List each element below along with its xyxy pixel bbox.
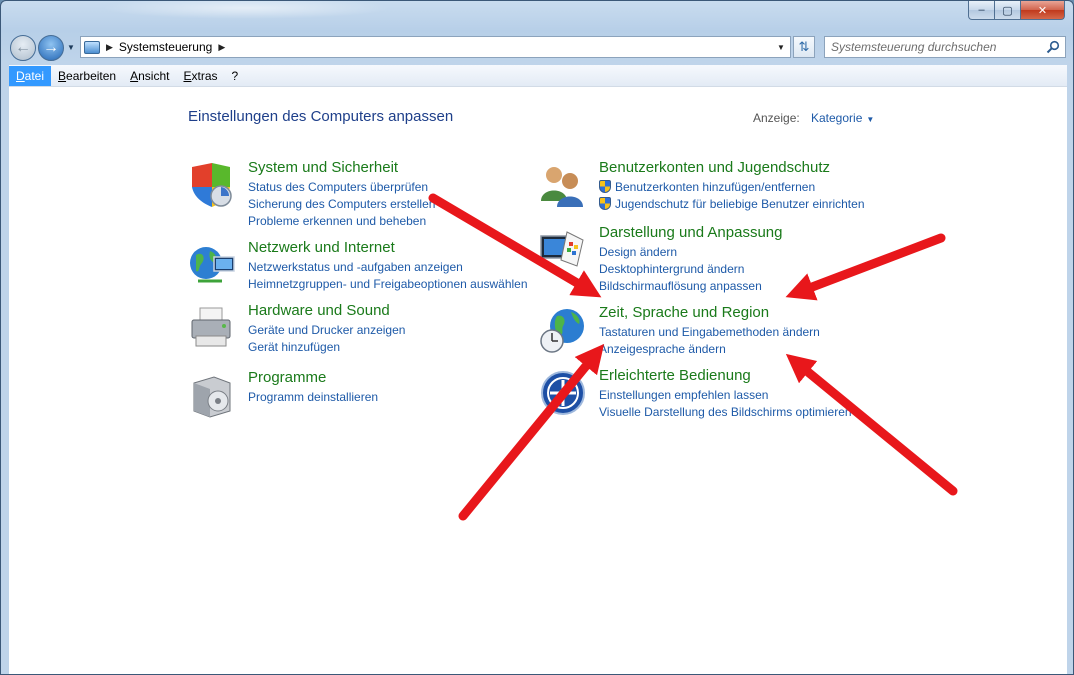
category-region-title[interactable]: Zeit, Sprache und Region [599,304,769,321]
category-programs-links: Programm deinstallieren [248,388,378,405]
link-keyboards-input[interactable]: Tastaturen und Eingabemethoden ändern [599,323,820,340]
category-system-title[interactable]: System und Sicherheit [248,159,398,176]
minimize-button[interactable]: – [968,1,995,20]
uac-shield-icon [599,180,611,193]
refresh-button[interactable]: ⇅ [793,36,815,58]
category-network-title[interactable]: Netzwerk und Internet [248,239,395,256]
link-parental-controls-label: Jugendschutz für beliebige Benutzer einr… [615,196,865,211]
search-icon[interactable] [1046,40,1060,54]
link-backup[interactable]: Sicherung des Computers erstellen [248,195,435,212]
category-hardware-links: Geräte und Drucker anzeigen Gerät hinzuf… [248,321,405,355]
view-label: Anzeige: [753,111,800,125]
arrow-left-icon: ← [15,39,31,56]
menu-bearbeiten[interactable]: Bearbeiten [51,66,123,86]
close-button[interactable]: ✕ [1021,1,1065,20]
menu-extras[interactable]: Extras [176,66,224,86]
category-programs-title[interactable]: Programme [248,369,326,386]
link-manage-accounts[interactable]: Benutzerkonten hinzufügen/entfernen [599,178,865,195]
search-input[interactable] [831,40,1046,54]
link-get-recommendations[interactable]: Einstellungen empfehlen lassen [599,386,852,403]
link-display-language[interactable]: Anzeigesprache ändern [599,340,820,357]
control-panel-content: Einstellungen des Computers anpassen Anz… [9,87,1067,674]
link-uninstall[interactable]: Programm deinstallieren [248,388,378,405]
ease-of-access-icon[interactable] [539,369,587,417]
back-button[interactable]: ← [10,35,36,61]
page-title: Einstellungen des Computers anpassen [188,108,454,125]
menu-help[interactable]: ? [225,66,246,86]
category-accounts-title[interactable]: Benutzerkonten und Jugendschutz [599,159,830,176]
view-mode-select[interactable]: Kategorie ▼ [811,111,874,125]
category-ease-links: Einstellungen empfehlen lassen Visuelle … [599,386,852,420]
caption-buttons: – ▢ ✕ [968,1,1065,20]
chevron-down-icon: ▼ [866,115,875,124]
category-ease-title[interactable]: Erleichterte Bedienung [599,367,751,384]
link-troubleshoot[interactable]: Probleme erkennen und beheben [248,212,435,229]
breadcrumb-systemsteuerung[interactable]: Systemsteuerung [119,40,212,54]
view-mode-value: Kategorie [811,111,863,125]
category-accounts-links: Benutzerkonten hinzufügen/entfernen Juge… [599,178,865,212]
menu-bar: Datei Bearbeiten Ansicht Extras ? [9,65,1067,87]
menu-ansicht[interactable]: Ansicht [123,66,176,86]
link-devices-printers[interactable]: Geräte und Drucker anzeigen [248,321,405,338]
link-change-theme[interactable]: Design ändern [599,243,762,260]
category-network-links: Netzwerkstatus und -aufgaben anzeigen He… [248,258,528,292]
breadcrumb-chevron-icon[interactable]: ▶ [106,42,113,53]
control-panel-window: – ▢ ✕ ← → ▼ ▶ Systemsteuerung ▶ ▼ ⇅ Syst… [0,0,1074,675]
appearance-monitor-icon[interactable] [539,226,587,274]
recent-pages-dropdown[interactable]: ▼ [67,43,75,52]
category-system-links: Status des Computers überprüfen Sicherun… [248,178,435,229]
address-bar[interactable]: ▶ Systemsteuerung ▶ ▼ [80,36,791,58]
link-parental-controls[interactable]: Jugendschutz für beliebige Benutzer einr… [599,195,865,212]
link-check-status[interactable]: Status des Computers überprüfen [248,178,435,195]
link-change-wallpaper[interactable]: Desktophintergrund ändern [599,260,762,277]
link-network-status[interactable]: Netzwerkstatus und -aufgaben anzeigen [248,258,528,275]
printer-icon[interactable] [188,304,236,352]
menu-datei[interactable]: Datei [9,65,52,86]
maximize-button[interactable]: ▢ [995,1,1021,20]
arrow-right-icon: → [43,39,59,56]
refresh-icon: ⇅ [798,39,810,54]
category-region-links: Tastaturen und Eingabemethoden ändern An… [599,323,820,357]
uac-shield-icon [599,197,611,210]
search-box[interactable] [824,36,1066,58]
category-hardware-title[interactable]: Hardware und Sound [248,302,390,319]
forward-button[interactable]: → [38,35,64,61]
link-screen-resolution[interactable]: Bildschirmauflösung anpassen [599,277,762,294]
breadcrumb-chevron-icon[interactable]: ▶ [218,42,225,53]
link-add-device[interactable]: Gerät hinzufügen [248,338,405,355]
globe-clock-icon[interactable] [539,306,587,354]
navigation-bar: ← → ▼ ▶ Systemsteuerung ▶ ▼ ⇅ [1,32,1073,62]
link-optimize-display[interactable]: Visuelle Darstellung des Bildschirms opt… [599,403,852,420]
category-appearance-title[interactable]: Darstellung und Anpassung [599,224,782,241]
address-dropdown-icon[interactable]: ▼ [772,37,790,57]
link-homegroup[interactable]: Heimnetzgruppen- und Freigabeoptionen au… [248,275,528,292]
network-globe-icon[interactable] [188,241,236,289]
category-appearance-links: Design ändern Desktophintergrund ändern … [599,243,762,294]
security-shield-icon[interactable] [188,161,236,209]
link-manage-accounts-label: Benutzerkonten hinzufügen/entfernen [615,179,816,194]
users-icon[interactable] [539,161,587,209]
title-glow [101,1,391,19]
title-bar[interactable]: – ▢ ✕ [1,1,1073,31]
control-panel-icon [84,40,100,54]
programs-box-icon[interactable] [188,371,236,419]
